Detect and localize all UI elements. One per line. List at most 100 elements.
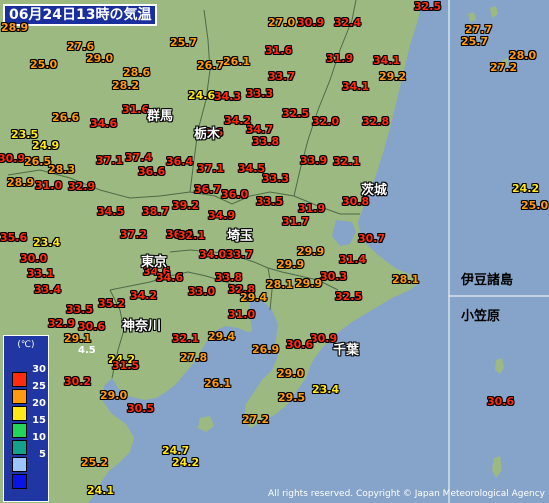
temperature-value: 29.9 xyxy=(295,277,323,290)
temperature-value: 29.0 xyxy=(86,52,114,65)
temperature-value: 24.2 xyxy=(172,456,200,469)
temperature-value: 34.1 xyxy=(373,54,401,67)
legend-level-label: 15 xyxy=(32,415,46,426)
temperature-value: 33.7 xyxy=(268,70,296,83)
island-group-label: 小笠原 xyxy=(461,309,501,324)
temperature-value: 4.5 xyxy=(78,345,96,356)
prefecture-label: 東京 xyxy=(141,255,168,270)
temperature-value: 31.9 xyxy=(326,52,354,65)
temperature-value: 33.4 xyxy=(34,283,62,296)
copyright: All rights reserved. Copyright © Japan M… xyxy=(268,489,545,499)
legend: (℃) 30 25 20 15 10 5 xyxy=(3,335,49,502)
temperature-value: 34.9 xyxy=(208,209,236,222)
temperature-value: 30.9 xyxy=(0,152,26,165)
temperature-value: 32.1 xyxy=(333,155,361,168)
temperature-value: 26.1 xyxy=(223,55,251,68)
temperature-value: 33.3 xyxy=(262,172,290,185)
temperature-value: 31.0 xyxy=(228,308,256,321)
temperature-value: 31.5 xyxy=(112,359,140,372)
temperature-value: 30.9 xyxy=(297,16,325,29)
temperature-value: 30.5 xyxy=(127,402,155,415)
temperature-value: 31.7 xyxy=(282,215,310,228)
temperature-value: 37.4 xyxy=(125,151,153,164)
legend-swatch xyxy=(12,372,27,387)
legend-level-label: 20 xyxy=(32,398,46,409)
temperature-value: 34.6 xyxy=(90,117,118,130)
temperature-value: 23.4 xyxy=(312,383,340,396)
legend-swatch xyxy=(12,389,27,404)
prefecture-label: 茨城 xyxy=(361,183,388,198)
temperature-value: 29.0 xyxy=(277,367,305,380)
temperature-value: 34.3 xyxy=(214,90,242,103)
legend-swatch xyxy=(12,406,27,421)
temperature-value: 25.7 xyxy=(461,35,489,48)
temperature-value: 28.9 xyxy=(1,21,29,34)
legend-swatch xyxy=(12,474,27,489)
temperature-value: 26.6 xyxy=(52,111,80,124)
temperature-value: 30.0 xyxy=(20,252,48,265)
temperature-value: 32.5 xyxy=(414,0,442,13)
temperature-value: 30.2 xyxy=(64,375,92,388)
temperature-value: 33.1 xyxy=(27,267,55,280)
temperature-value: 38.7 xyxy=(142,205,170,218)
temperature-value: 26.7 xyxy=(197,59,225,72)
temperature-value: 31.0 xyxy=(35,179,63,192)
temperature-value: 27.8 xyxy=(180,351,208,364)
temperature-value: 34.6 xyxy=(156,271,184,284)
temperature-value: 33.5 xyxy=(256,195,284,208)
prefecture-label: 神奈川 xyxy=(122,319,162,334)
temperature-value: 35.6 xyxy=(0,231,28,244)
prefecture-label: 埼玉 xyxy=(227,229,254,244)
temperature-value: 37.1 xyxy=(197,162,225,175)
temperature-value: 27.0 xyxy=(268,16,296,29)
temperature-value: 28.3 xyxy=(48,163,76,176)
island-group-label: 伊豆諸島 xyxy=(461,273,514,288)
temperature-value: 32.9 xyxy=(48,317,76,330)
temperature-value: 33.7 xyxy=(226,248,254,261)
temperature-value: 36.4 xyxy=(166,155,194,168)
temperature-value: 29.0 xyxy=(100,389,128,402)
temperature-value: 30.6 xyxy=(487,395,515,408)
prefecture-label: 千葉 xyxy=(333,343,360,358)
temperature-value: 31.9 xyxy=(298,202,326,215)
legend-level-label: 30 xyxy=(32,364,46,375)
temperature-value: 23.4 xyxy=(33,236,61,249)
temperature-value: 26.1 xyxy=(204,377,232,390)
temperature-value: 29.4 xyxy=(208,330,236,343)
temperature-value: 28.6 xyxy=(123,66,151,79)
temperature-value: 39.2 xyxy=(172,199,200,212)
temperature-value: 25.0 xyxy=(521,199,549,212)
temperature-value: 30.6 xyxy=(286,338,314,351)
temperature-value: 32.5 xyxy=(335,290,363,303)
temperature-value: 31.6 xyxy=(265,44,293,57)
temperature-value: 30.3 xyxy=(320,270,348,283)
temperature-value: 32.9 xyxy=(68,180,96,193)
temperature-value: 37.1 xyxy=(96,154,124,167)
temperature-value: 31.6 xyxy=(122,103,150,116)
legend-level-label: 10 xyxy=(32,432,46,443)
temperature-value: 36.0 xyxy=(221,188,249,201)
temperature-value: 30.7 xyxy=(358,232,386,245)
temperature-value: 34.5 xyxy=(97,205,125,218)
temperature-value: 31.4 xyxy=(339,253,367,266)
temperature-value: 33.3 xyxy=(246,87,274,100)
temperature-value: 33.0 xyxy=(188,285,216,298)
legend-level-label: 25 xyxy=(32,381,46,392)
temperature-value: 27.2 xyxy=(242,413,270,426)
temperature-value: 27.2 xyxy=(490,61,518,74)
legend-swatch xyxy=(12,457,27,472)
temperature-value: 36.7 xyxy=(194,183,222,196)
prefecture-label: 群馬 xyxy=(147,109,174,124)
temperature-value: 29.5 xyxy=(278,391,306,404)
temperature-value: 34.2 xyxy=(130,289,158,302)
temperature-value: 32.1 xyxy=(178,229,206,242)
temperature-value: 29.4 xyxy=(240,291,268,304)
temperature-value: 32.8 xyxy=(362,115,390,128)
temperature-value: 24.6 xyxy=(188,89,216,102)
legend-level-label: 5 xyxy=(39,449,46,460)
temperature-value: 28.1 xyxy=(392,273,420,286)
temperature-value: 24.9 xyxy=(32,139,60,152)
temperature-value: 25.7 xyxy=(170,36,198,49)
temperature-value: 33.5 xyxy=(66,303,94,316)
temperature-value: 26.9 xyxy=(252,343,280,356)
